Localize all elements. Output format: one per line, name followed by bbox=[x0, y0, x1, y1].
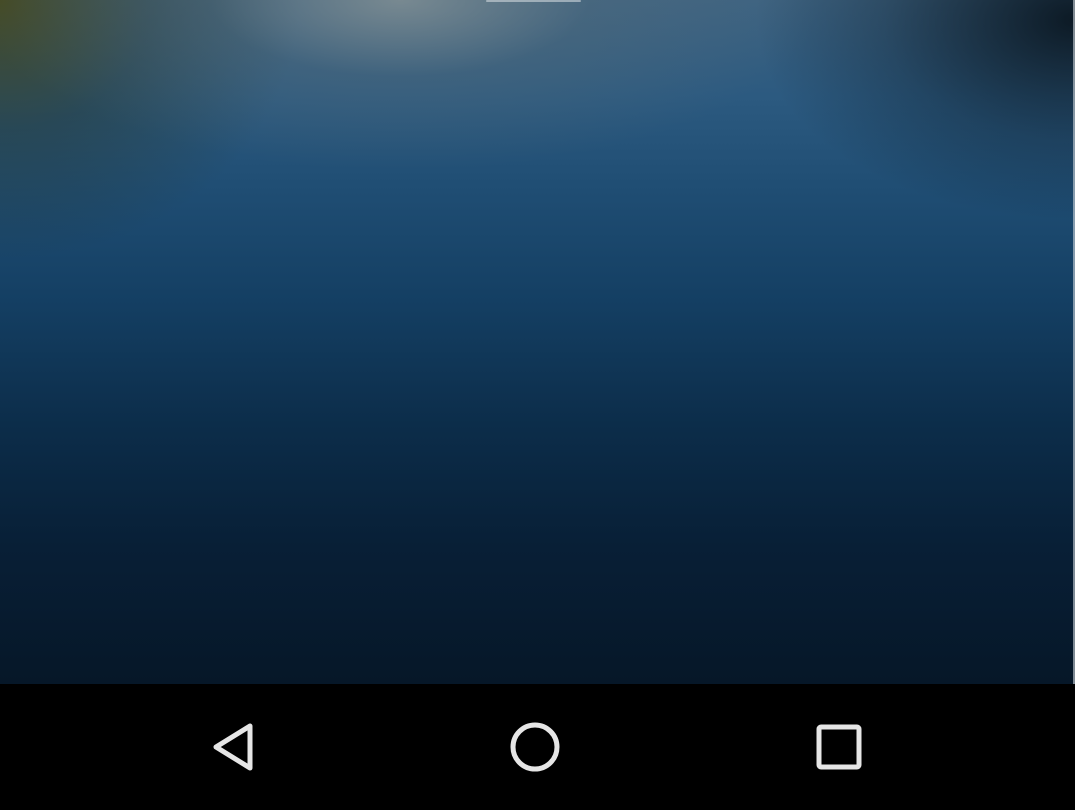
home-button[interactable] bbox=[475, 684, 595, 810]
recents-square-icon bbox=[816, 724, 862, 770]
recents-button[interactable] bbox=[779, 684, 899, 810]
phone-screen bbox=[0, 0, 1075, 810]
status-bar-remnant bbox=[486, 0, 581, 2]
back-triangle-icon bbox=[213, 723, 253, 771]
home-circle-icon bbox=[510, 722, 560, 772]
back-button[interactable] bbox=[173, 684, 293, 810]
wallpaper bbox=[0, 0, 1075, 684]
navigation-bar bbox=[0, 684, 1075, 810]
